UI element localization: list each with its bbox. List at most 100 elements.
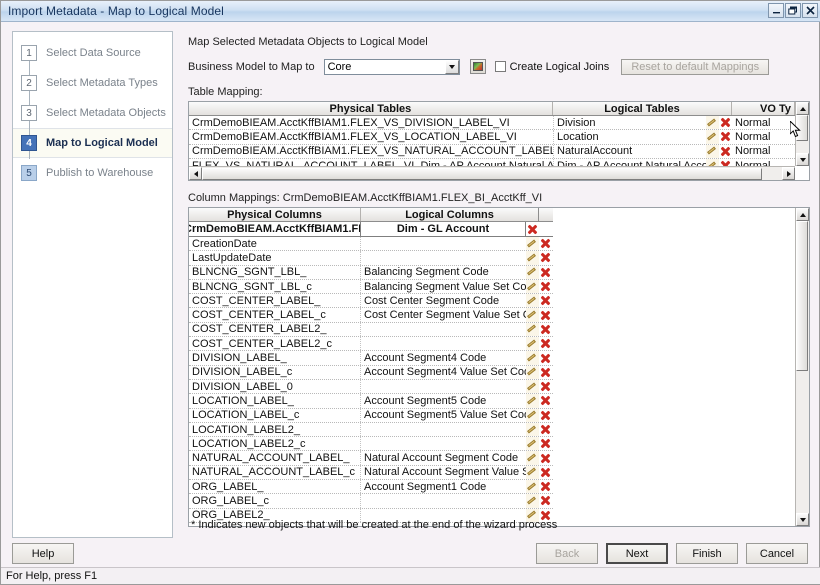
- table-row[interactable]: LastUpdateDate: [189, 251, 553, 266]
- edit-mapping-button[interactable]: [526, 451, 539, 465]
- table-row[interactable]: DIVISION_LABEL_ Account Segment4 Code: [189, 351, 553, 366]
- reset-to-default-mappings-button[interactable]: Reset to default Mappings: [621, 58, 770, 75]
- column-header-logical-columns[interactable]: Logical Columns: [361, 208, 539, 221]
- table-row[interactable]: COST_CENTER_LABEL_ Cost Center Segment Co…: [189, 294, 553, 309]
- table-row[interactable]: LOCATION_LABEL_ Account Segment5 Code: [189, 394, 553, 409]
- close-icon[interactable]: [802, 3, 818, 18]
- table-mapping-horizontal-scrollbar[interactable]: [189, 166, 795, 180]
- delete-mapping-button[interactable]: [539, 266, 552, 279]
- edit-mapping-button[interactable]: [526, 379, 539, 394]
- delete-mapping-button[interactable]: [539, 494, 552, 507]
- column-header-vo-type[interactable]: VO Ty: [732, 102, 795, 115]
- sidebar-item-select-metadata-types[interactable]: 2 Select Metadata Types: [13, 68, 172, 98]
- table-row[interactable]: LOCATION_LABEL_c Account Segment5 Value S…: [189, 408, 553, 423]
- table-row[interactable]: COST_CENTER_LABEL2_: [189, 322, 553, 338]
- edit-mapping-button[interactable]: [526, 394, 539, 408]
- delete-mapping-button[interactable]: [539, 437, 552, 450]
- sidebar-item-select-metadata-objects[interactable]: 3 Select Metadata Objects: [13, 98, 172, 128]
- vertical-scroll-thumb[interactable]: [796, 115, 808, 141]
- delete-mapping-button[interactable]: [539, 423, 552, 436]
- edit-mapping-button[interactable]: [526, 279, 539, 294]
- delete-mapping-button[interactable]: [539, 308, 552, 321]
- edit-mapping-button[interactable]: [526, 322, 539, 337]
- minimize-icon[interactable]: [768, 3, 784, 18]
- edit-mapping-button[interactable]: [526, 308, 539, 322]
- edit-mapping-button[interactable]: [526, 408, 539, 422]
- table-row[interactable]: LOCATION_LABEL2_: [189, 422, 553, 438]
- edit-mapping-button[interactable]: [526, 237, 539, 251]
- table-mapping-vertical-scrollbar[interactable]: [795, 102, 809, 166]
- business-model-select[interactable]: Core: [323, 58, 460, 75]
- table-row[interactable]: CrmDemoBIEAM.AcctKffBIAM1.FLEX_VS_DIVISI…: [189, 116, 795, 131]
- table-row[interactable]: DIVISION_LABEL_0: [189, 379, 553, 395]
- table-row[interactable]: COST_CENTER_LABEL_c Cost Center Segment V…: [189, 308, 553, 323]
- sidebar-item-map-to-logical-model[interactable]: 4 Map to Logical Model: [13, 128, 172, 158]
- delete-mapping-button[interactable]: [539, 451, 552, 464]
- column-header-logical-tables[interactable]: Logical Tables: [553, 102, 733, 115]
- finish-button[interactable]: Finish: [676, 543, 738, 564]
- edit-mapping-button[interactable]: [706, 158, 719, 166]
- table-row[interactable]: FLEX_VS_NATURAL_ACCOUNT_LABEL_VI_Dim - A…: [189, 158, 795, 166]
- delete-mapping-button[interactable]: [539, 280, 552, 293]
- column-header-physical-columns[interactable]: Physical Columns: [189, 208, 361, 221]
- checkbox-box[interactable]: [494, 61, 506, 72]
- edit-mapping-button[interactable]: [526, 465, 539, 480]
- edit-mapping-button[interactable]: [706, 130, 719, 144]
- delete-mapping-button[interactable]: [539, 294, 552, 307]
- table-row[interactable]: BLNCNG_SGNT_LBL_c Balancing Segment Value…: [189, 279, 553, 295]
- edit-mapping-button[interactable]: [526, 480, 539, 494]
- table-row[interactable]: CreationDate: [189, 237, 553, 252]
- delete-mapping-button[interactable]: [719, 145, 732, 158]
- table-row[interactable]: NATURAL_ACCOUNT_LABEL_ Natural Account Se…: [189, 451, 553, 466]
- table-row[interactable]: BLNCNG_SGNT_LBL_ Balancing Segment Code: [189, 265, 553, 280]
- scroll-up-button[interactable]: [796, 102, 809, 115]
- table-row[interactable]: ORG_LABEL_ Account Segment1 Code: [189, 480, 553, 495]
- delete-mapping-button[interactable]: [539, 380, 552, 393]
- sidebar-item-publish-to-warehouse[interactable]: 5 Publish to Warehouse: [13, 158, 172, 188]
- table-row[interactable]: DIVISION_LABEL_c Account Segment4 Value S…: [189, 365, 553, 380]
- edit-mapping-button[interactable]: [526, 351, 539, 365]
- delete-mapping-button[interactable]: [719, 130, 732, 143]
- column-header-physical-tables[interactable]: Physical Tables: [189, 102, 553, 115]
- edit-mapping-button[interactable]: [526, 422, 539, 437]
- edit-mapping-button[interactable]: [526, 337, 539, 351]
- table-row[interactable]: CrmDemoBIEAM.AcctKffBIAM1.FLEX_VS_LOCATI…: [189, 130, 795, 145]
- delete-mapping-button[interactable]: [526, 222, 539, 236]
- create-logical-joins-checkbox[interactable]: Create Logical Joins: [494, 61, 609, 73]
- help-button[interactable]: Help: [12, 543, 74, 564]
- delete-mapping-button[interactable]: [539, 251, 552, 264]
- delete-mapping-button[interactable]: [539, 337, 552, 350]
- horizontal-scroll-thumb[interactable]: [202, 167, 762, 180]
- scroll-up-button[interactable]: [796, 208, 809, 221]
- table-row[interactable]: ORG_LABEL_c: [189, 494, 553, 509]
- scroll-down-button[interactable]: [796, 153, 809, 166]
- delete-mapping-button[interactable]: [719, 159, 732, 166]
- edit-mapping-button[interactable]: [526, 294, 539, 308]
- scroll-down-button[interactable]: [796, 513, 809, 526]
- table-row[interactable]: COST_CENTER_LABEL2_c: [189, 337, 553, 352]
- edit-mapping-button[interactable]: [706, 144, 719, 158]
- column-mapping-vertical-scrollbar[interactable]: [795, 208, 809, 526]
- picture-icon-button[interactable]: [469, 59, 486, 74]
- edit-mapping-button[interactable]: [526, 437, 539, 451]
- edit-mapping-button[interactable]: [706, 116, 719, 130]
- delete-mapping-button[interactable]: [539, 351, 552, 364]
- edit-mapping-button[interactable]: [526, 265, 539, 279]
- edit-mapping-button[interactable]: [526, 365, 539, 379]
- back-button[interactable]: Back: [536, 543, 598, 564]
- delete-mapping-button[interactable]: [719, 116, 732, 129]
- cancel-button[interactable]: Cancel: [746, 543, 808, 564]
- next-button[interactable]: Next: [606, 543, 668, 564]
- scroll-left-button[interactable]: [189, 167, 202, 180]
- edit-mapping-button[interactable]: [526, 494, 539, 508]
- edit-mapping-button[interactable]: [526, 251, 539, 265]
- vertical-scroll-thumb[interactable]: [796, 221, 808, 371]
- delete-mapping-button[interactable]: [539, 366, 552, 379]
- delete-mapping-button[interactable]: [539, 409, 552, 422]
- table-row[interactable]: CrmDemoBIEAM.AcctKffBIAM1.FLEX_VS_NATURA…: [189, 144, 795, 159]
- sidebar-item-select-data-source[interactable]: 1 Select Data Source: [13, 38, 172, 68]
- restore-icon[interactable]: [785, 3, 801, 18]
- delete-mapping-button[interactable]: [539, 480, 552, 493]
- delete-mapping-button[interactable]: [539, 237, 552, 250]
- delete-mapping-button[interactable]: [539, 394, 552, 407]
